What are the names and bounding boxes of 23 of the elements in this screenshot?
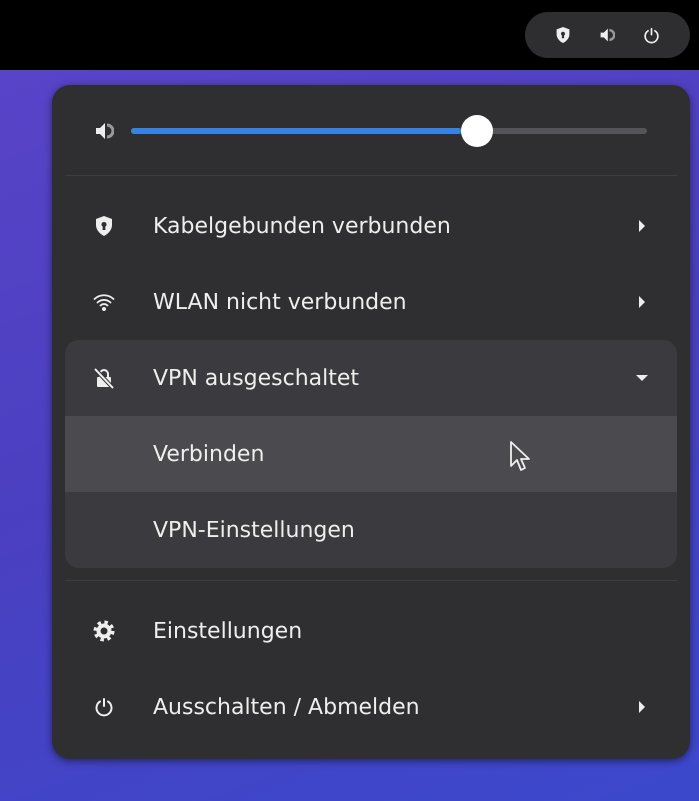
- shield-icon: [94, 215, 114, 237]
- submenu-item[interactable]: VPN-Einstellungen: [65, 492, 677, 568]
- speaker-icon: [94, 121, 114, 141]
- power-icon: [94, 697, 114, 717]
- mouse-pointer-icon: [509, 440, 531, 472]
- shield-icon: [555, 26, 571, 44]
- slider-handle[interactable]: [460, 115, 493, 147]
- submenu-arrow-icon: [637, 295, 647, 309]
- speaker-icon: [599, 27, 615, 43]
- menu-item[interactable]: Kabelgebunden verbunden: [65, 188, 677, 264]
- menu-item[interactable]: WLAN nicht verbunden: [65, 264, 677, 340]
- menu-item[interactable]: VPN ausgeschaltet: [65, 340, 677, 416]
- settings-icon: [93, 620, 115, 642]
- submenu-arrow-icon: [637, 219, 647, 233]
- wifi-icon: [93, 292, 115, 312]
- menu-item[interactable]: Einstellungen: [65, 593, 677, 669]
- submenu-arrow-icon: [637, 700, 647, 714]
- caret-icon: [635, 373, 649, 383]
- menu-item[interactable]: Ausschalten / Abmelden: [65, 669, 677, 745]
- submenu-item[interactable]: Verbinden: [65, 416, 677, 492]
- status-indicators-button[interactable]: [525, 12, 690, 58]
- power-icon: [643, 26, 660, 44]
- lock-off-icon: [93, 367, 115, 389]
